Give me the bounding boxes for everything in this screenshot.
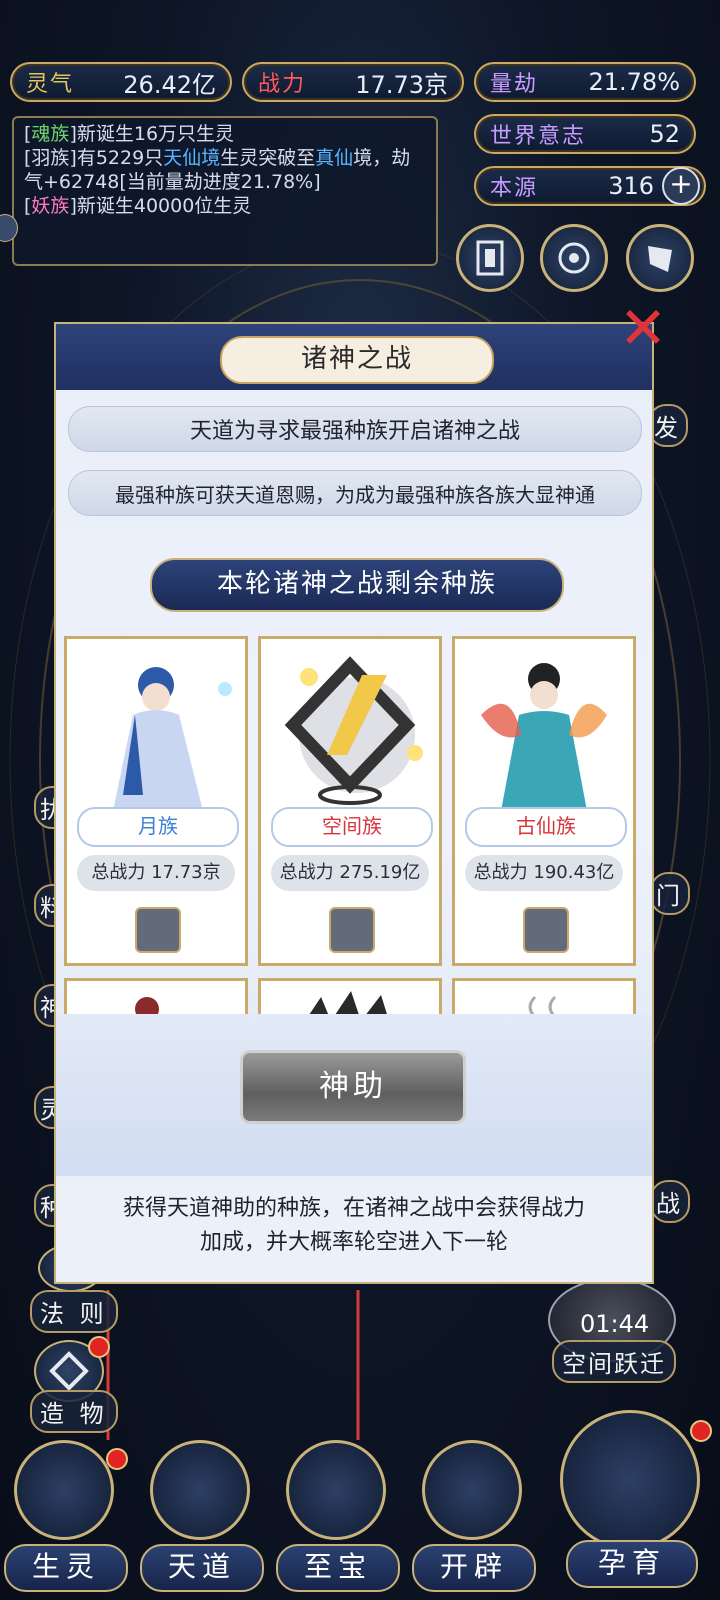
- notice-dot: [106, 1448, 128, 1470]
- flag-button[interactable]: [626, 224, 694, 292]
- side-label-men[interactable]: 门: [650, 872, 690, 915]
- nav-label: 开辟: [412, 1544, 536, 1592]
- nav-label: 生灵: [4, 1544, 128, 1592]
- race-card-yue[interactable]: 月族 总战力 17.73京: [64, 636, 248, 966]
- shijie-label: 世界意志: [490, 124, 587, 149]
- guxian-race-portrait: [481, 663, 607, 811]
- space-jump-timer: 01:44: [580, 1310, 650, 1338]
- log-line: [妖族]新诞生40000位生灵: [24, 195, 252, 217]
- notice-dot: [690, 1420, 712, 1442]
- zaowu-notice-dot: [88, 1336, 110, 1358]
- vortex-icon: [558, 242, 590, 274]
- log-line: [魂族]新诞生16万只生灵: [24, 123, 235, 145]
- kongjian-race-emblem: [284, 656, 423, 805]
- race-total-power: 总战力 190.43亿: [465, 855, 623, 891]
- nav-tiandao[interactable]: 天道: [136, 1440, 264, 1600]
- nav-label: 至宝: [276, 1544, 400, 1592]
- zhanli-pill: 战力 17.73京: [242, 62, 464, 102]
- help-footnote: 获得天道神助的种族，在诸神之战中会获得战力 加成，并大概率轮空进入下一轮: [56, 1176, 652, 1282]
- select-checkbox[interactable]: [329, 907, 375, 953]
- nav-label: 天道: [140, 1544, 264, 1592]
- benyuan-pill: 本源 316 +: [474, 166, 706, 206]
- zaowu-button[interactable]: 造 物: [30, 1390, 118, 1433]
- dialog-title: 诸神之战: [220, 336, 494, 384]
- yue-race-portrait: [113, 667, 232, 811]
- zhanli-value: 17.73京: [355, 70, 448, 99]
- select-checkbox[interactable]: [135, 907, 181, 953]
- shijie-value: 52: [649, 120, 680, 148]
- kaipi-icon: [422, 1440, 522, 1540]
- race-name: 空间族: [271, 807, 433, 847]
- liangjie-pill[interactable]: 量劫 21.78%: [474, 62, 696, 102]
- zhanli-label: 战力: [258, 72, 307, 97]
- select-checkbox[interactable]: [523, 907, 569, 953]
- close-icon[interactable]: ✕: [613, 299, 673, 360]
- vortex-button[interactable]: [540, 224, 608, 292]
- flag-icon: [648, 246, 672, 272]
- lingqi-label: 灵气: [26, 72, 75, 97]
- gods-war-dialog: 诸神之战 天道为寻求最强种族开启诸神之战 最强种族可获天道恩赐，为成为最强种族各…: [54, 322, 654, 1284]
- race-name: 月族: [77, 807, 239, 847]
- tiandao-icon: [150, 1440, 250, 1540]
- race-card-guxian[interactable]: 古仙族 总战力 190.43亿: [452, 636, 636, 966]
- shengling-icon: [14, 1440, 114, 1540]
- zhibao-icon: [286, 1440, 386, 1540]
- benyuan-label: 本源: [490, 176, 539, 201]
- nav-label: 孕育: [566, 1540, 698, 1588]
- side-label-fa[interactable]: 发: [648, 404, 688, 447]
- card-icon: [476, 240, 504, 276]
- add-benyuan-button[interactable]: +: [662, 167, 700, 205]
- liangjie-value: 21.78%: [588, 68, 680, 96]
- shijie-pill[interactable]: 世界意志 52: [474, 114, 696, 154]
- nav-zhibao[interactable]: 至宝: [272, 1440, 400, 1600]
- lingqi-pill: 灵气 26.42亿: [10, 62, 232, 102]
- nav-yunyu[interactable]: 孕育: [544, 1410, 714, 1600]
- intro-banner: 天道为寻求最强种族开启诸神之战: [68, 406, 642, 452]
- race-total-power: 总战力 275.19亿: [271, 855, 429, 891]
- reward-banner: 最强种族可获天道恩赐，为成为最强种族各族大显神通: [68, 470, 642, 516]
- space-jump-button[interactable]: 空间跃迁: [552, 1340, 676, 1383]
- yunyu-icon: [560, 1410, 700, 1550]
- side-label-zhan[interactable]: 战: [650, 1180, 690, 1223]
- log-line: [羽族]有5229只天仙境生灵突破至真仙境，劫气+62748[当前量劫进度21.…: [24, 147, 411, 193]
- remaining-races-title: 本轮诸神之战剩余种族: [150, 558, 564, 612]
- benyuan-value: 316: [608, 172, 654, 200]
- race-total-power: 总战力 17.73京: [77, 855, 235, 891]
- card-button[interactable]: [456, 224, 524, 292]
- faze-button[interactable]: 法 则: [30, 1290, 118, 1333]
- divine-help-button[interactable]: 神助: [240, 1050, 466, 1124]
- nav-kaipi[interactable]: 开辟: [408, 1440, 536, 1600]
- nav-shengling[interactable]: 生灵: [0, 1440, 128, 1600]
- race-card-kongjian[interactable]: 空间族 总战力 275.19亿: [258, 636, 442, 966]
- race-name: 古仙族: [465, 807, 627, 847]
- lingqi-value: 26.42亿: [123, 70, 216, 99]
- liangjie-label: 量劫: [490, 72, 539, 97]
- event-log[interactable]: [魂族]新诞生16万只生灵 [羽族]有5229只天仙境生灵突破至真仙境，劫气+6…: [12, 116, 438, 266]
